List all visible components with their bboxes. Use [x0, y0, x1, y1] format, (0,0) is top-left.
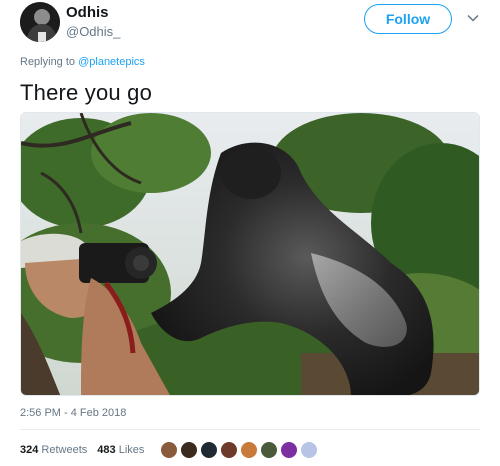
- tweet-text: There you go: [20, 80, 153, 105]
- replying-to-prefix: Replying to: [20, 56, 79, 68]
- avatar-photo-icon: [20, 2, 60, 42]
- tweet-stats: 324 Retweets 483 Likes: [20, 444, 144, 456]
- tweet-header: Odhis @Odhis_ Follow: [20, 2, 484, 46]
- liker-avatar[interactable]: [280, 441, 298, 459]
- tweet-timestamp[interactable]: 2:56 PM - 4 Feb 2018: [20, 407, 126, 419]
- liker-avatar[interactable]: [200, 441, 218, 459]
- author-avatar[interactable]: [20, 2, 60, 42]
- likes-count: 483: [97, 444, 116, 456]
- likes-stat[interactable]: 483 Likes: [97, 444, 144, 456]
- likers-avatars: [160, 441, 320, 459]
- liker-avatar[interactable]: [220, 441, 238, 459]
- liker-avatar[interactable]: [300, 441, 318, 459]
- chevron-down-icon[interactable]: [466, 11, 480, 25]
- author-display-name[interactable]: Odhis: [66, 4, 109, 21]
- author-handle[interactable]: @Odhis_: [66, 24, 120, 39]
- liker-avatar[interactable]: [180, 441, 198, 459]
- tweet-photo[interactable]: [20, 112, 480, 396]
- likes-label: Likes: [118, 444, 145, 456]
- retweets-count: 324: [20, 444, 39, 456]
- retweets-label: Retweets: [41, 444, 88, 456]
- liker-avatar[interactable]: [240, 441, 258, 459]
- replying-to: Replying to @planetepics: [20, 56, 145, 68]
- mention-link[interactable]: @planetepics: [78, 56, 145, 68]
- follow-button[interactable]: Follow: [364, 4, 452, 34]
- liker-avatar[interactable]: [260, 441, 278, 459]
- liker-avatar[interactable]: [160, 441, 178, 459]
- divider-top: [20, 429, 480, 430]
- gorilla-photo-icon: [21, 113, 479, 395]
- retweets-stat[interactable]: 324 Retweets: [20, 444, 87, 456]
